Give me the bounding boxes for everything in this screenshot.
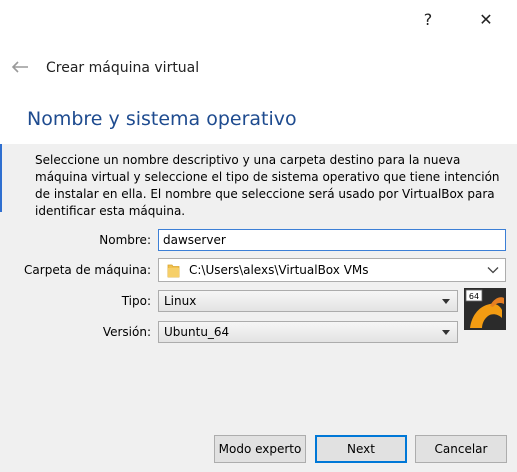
help-button[interactable]: ? bbox=[405, 0, 451, 38]
next-button[interactable]: Next bbox=[315, 435, 407, 463]
os-icon-badge: 64 bbox=[469, 292, 479, 301]
name-field[interactable] bbox=[158, 229, 506, 251]
caret-down-icon bbox=[442, 299, 450, 304]
folder-path: C:\Users\alexs\VirtualBox VMs bbox=[189, 263, 369, 277]
folder-combobox[interactable]: C:\Users\alexs\VirtualBox VMs bbox=[158, 258, 506, 282]
type-label: Tipo: bbox=[121, 294, 151, 308]
wizard-title: Crear máquina virtual bbox=[46, 60, 200, 76]
os-type-icon: 64 bbox=[464, 288, 506, 330]
type-select[interactable]: Linux bbox=[158, 290, 458, 312]
page-title: Nombre y sistema operativo bbox=[27, 108, 297, 130]
version-value: Ubuntu_64 bbox=[164, 325, 230, 339]
version-select[interactable]: Ubuntu_64 bbox=[158, 321, 458, 343]
help-icon: ? bbox=[423, 9, 433, 29]
close-button[interactable]: ✕ bbox=[463, 0, 509, 38]
version-label: Versión: bbox=[102, 325, 151, 339]
folder-label: Carpeta de máquina: bbox=[24, 263, 151, 277]
name-label: Nombre: bbox=[99, 233, 151, 247]
close-icon: ✕ bbox=[479, 9, 493, 29]
chevron-down-icon[interactable] bbox=[487, 264, 499, 276]
title-bar: ? ✕ bbox=[0, 0, 517, 38]
expert-mode-button[interactable]: Modo experto bbox=[214, 435, 306, 463]
focus-indicator bbox=[0, 144, 2, 212]
cancel-button[interactable]: Cancelar bbox=[415, 435, 507, 463]
back-arrow-icon[interactable] bbox=[10, 60, 30, 74]
type-value: Linux bbox=[164, 294, 197, 308]
description-text: Seleccione un nombre descriptivo y una c… bbox=[35, 153, 500, 218]
caret-down-icon bbox=[442, 330, 450, 335]
folder-icon bbox=[167, 264, 180, 278]
